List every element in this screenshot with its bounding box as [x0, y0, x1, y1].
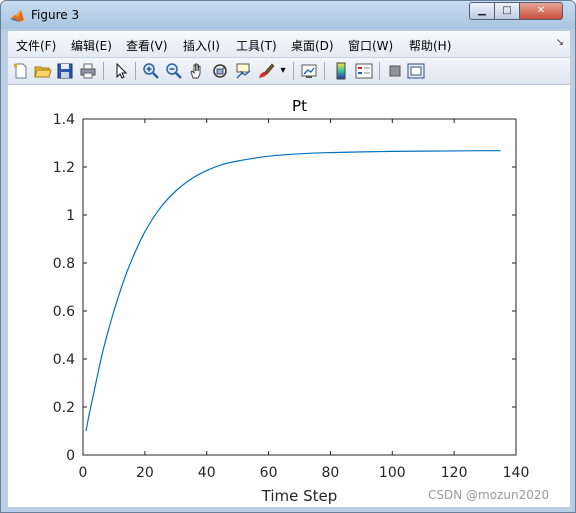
toolbar-separator	[379, 62, 380, 80]
y-tick-label: 0.2	[53, 400, 75, 416]
x-axis-label: Time Step	[261, 487, 338, 505]
x-tick-label: 120	[441, 465, 468, 481]
zoom-out-icon[interactable]	[165, 62, 183, 80]
y-tick-label: 0.6	[53, 304, 75, 320]
print-icon[interactable]	[79, 62, 97, 80]
menu-window[interactable]: 窗口(W)	[348, 37, 393, 54]
y-tick-label: 1.2	[53, 160, 75, 176]
y-tick-label: 0.8	[53, 256, 75, 272]
close-button[interactable]: ✕	[519, 2, 563, 20]
x-tick-label: 20	[136, 465, 154, 481]
legend-icon[interactable]	[355, 62, 373, 80]
y-tick-label: 1.4	[53, 112, 75, 128]
chart-title: Pt	[292, 97, 307, 115]
menu-file[interactable]: 文件(F)	[16, 37, 56, 54]
zoom-in-icon[interactable]	[142, 62, 160, 80]
matlab-logo-icon	[10, 10, 24, 22]
toolbar-separator	[135, 62, 136, 80]
link-plot-icon[interactable]	[300, 62, 318, 80]
y-tick-label: 0	[66, 448, 75, 464]
window-title: Figure 3	[31, 8, 80, 22]
hide-plot-tools-icon[interactable]	[386, 62, 404, 80]
minimize-button[interactable]: ▁	[469, 2, 495, 20]
figure-canvas: Pt Time Step 0 20 40 60 80 100 120 140 0 0.2 0.4 0…	[8, 85, 570, 507]
title-bar[interactable]: Figure 3 ▁ □ ✕	[1, 1, 575, 31]
brush-dropdown-icon[interactable]: ▾	[278, 62, 288, 80]
minimize-icon: ▁	[478, 5, 486, 16]
menu-bar: 文件(F) 编辑(E) 查看(V) 插入(I) 工具(T) 桌面(D) 窗口(W…	[8, 31, 570, 58]
watermark-text: CSDN @mozun2020	[428, 488, 550, 502]
figure-window: Figure 3 ▁ □ ✕ 文件(F) 编辑(E) 查看(V) 插入(I) 工…	[0, 0, 576, 513]
y-tick-label: 0.4	[53, 352, 75, 368]
new-figure-icon[interactable]	[12, 62, 30, 80]
menu-tools[interactable]: 工具(T)	[236, 37, 277, 54]
plot-area[interactable]: Pt Time Step 0 20 40 60 80 100 120 140 0 0.2 0.4 0…	[8, 85, 570, 507]
x-tick-label: 40	[198, 465, 216, 481]
show-plot-tools-icon[interactable]	[407, 62, 425, 80]
y-tick-label: 1	[66, 208, 75, 224]
rotate-3d-icon[interactable]	[211, 62, 229, 80]
toolbar-separator	[324, 62, 325, 80]
x-tick-label: 80	[322, 465, 340, 481]
toolbar-separator	[293, 62, 294, 80]
x-tick-label: 140	[503, 465, 530, 481]
axes-background	[83, 119, 516, 455]
x-tick-label: 60	[260, 465, 278, 481]
x-tick-label: 0	[79, 465, 88, 481]
close-icon: ✕	[536, 5, 546, 16]
brush-icon[interactable]	[257, 62, 275, 80]
x-tick-label: 100	[379, 465, 406, 481]
menu-insert[interactable]: 插入(I)	[183, 37, 220, 54]
data-cursor-icon[interactable]	[234, 62, 252, 80]
menu-desktop[interactable]: 桌面(D)	[291, 37, 334, 54]
open-file-icon[interactable]	[34, 62, 52, 80]
menu-edit[interactable]: 编辑(E)	[71, 37, 112, 54]
save-icon[interactable]	[56, 62, 74, 80]
maximize-icon: □	[502, 5, 512, 16]
pointer-icon[interactable]	[112, 62, 130, 80]
maximize-button[interactable]: □	[494, 2, 520, 20]
menu-help[interactable]: 帮助(H)	[409, 37, 451, 54]
pan-hand-icon[interactable]	[188, 62, 206, 80]
menu-view[interactable]: 查看(V)	[126, 37, 168, 54]
figure-toolbar: ▾	[8, 58, 570, 85]
menu-overflow-icon[interactable]: ↘	[556, 37, 564, 48]
colorbar-icon[interactable]	[332, 62, 350, 80]
toolbar-separator	[103, 62, 104, 80]
